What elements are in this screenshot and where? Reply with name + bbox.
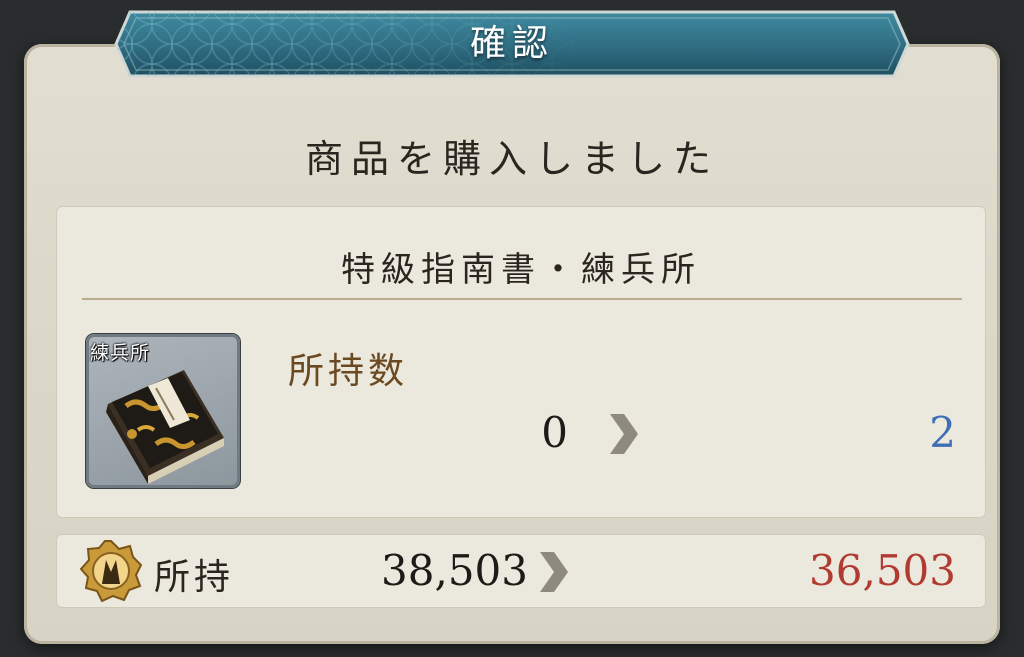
chevron-right-icon <box>540 552 568 592</box>
dialog-header: 確認 <box>112 4 912 84</box>
purchase-confirm-dialog: 確認 商品を購入しました 特級指南書・練兵所 練兵所 所持数 0 2 所持 38… <box>0 0 1024 657</box>
owned-count-label: 所持数 <box>288 351 409 392</box>
item-divider <box>82 298 962 300</box>
chevron-right-icon <box>610 414 638 454</box>
currency-after: 36,503 <box>809 546 956 595</box>
currency-label: 所持 <box>154 557 235 598</box>
manual-book-icon: 練兵所 <box>86 334 240 488</box>
owned-count-after: 2 <box>929 408 956 457</box>
koban-coin-icon <box>80 540 142 602</box>
dialog-title: 確認 <box>469 23 554 64</box>
item-info-box: 特級指南書・練兵所 練兵所 所持数 0 2 <box>56 206 986 518</box>
owned-count-before: 0 <box>541 408 568 457</box>
item-icon-label: 練兵所 <box>90 342 151 364</box>
currency-bar: 所持 38,503 36,503 <box>56 534 986 608</box>
currency-before: 38,503 <box>381 546 528 595</box>
item-name: 特級指南書・練兵所 <box>341 250 701 290</box>
purchase-message: 商品を購入しました <box>304 137 719 181</box>
